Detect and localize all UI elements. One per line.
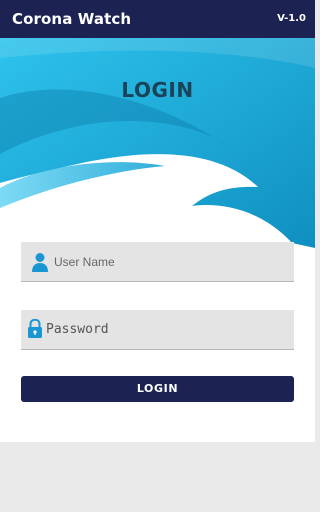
- user-icon: [32, 253, 48, 272]
- bottom-background: [0, 442, 315, 512]
- lock-icon: [28, 319, 42, 338]
- app-version: V-1.0: [277, 13, 306, 24]
- login-button[interactable]: LOGIN: [21, 376, 294, 402]
- app-title: Corona Watch: [12, 10, 132, 28]
- login-screen: LOGIN User Name Password LOGIN: [0, 38, 315, 442]
- username-field[interactable]: User Name: [21, 242, 294, 282]
- password-placeholder: Password: [46, 322, 109, 337]
- password-field[interactable]: Password: [21, 310, 294, 350]
- header-wave-graphic: [0, 38, 315, 248]
- login-heading: LOGIN: [121, 78, 194, 102]
- app-bar: Corona Watch V-1.0: [0, 0, 315, 38]
- username-placeholder: User Name: [54, 255, 115, 269]
